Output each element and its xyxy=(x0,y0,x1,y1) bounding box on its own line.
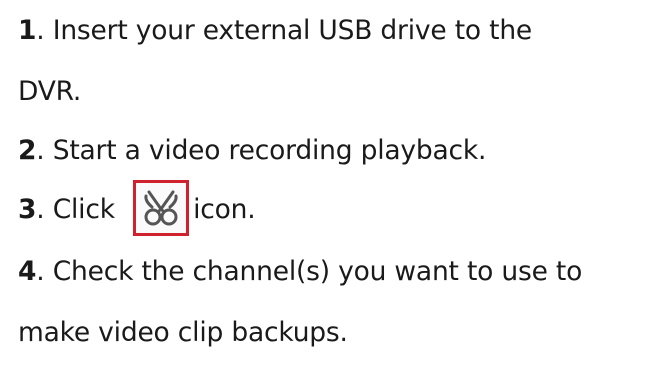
step-2: 2. Start a video recording playback. xyxy=(18,120,486,181)
step-1-number: 1 xyxy=(18,15,37,46)
step-1-line-2: DVR. xyxy=(18,76,82,107)
scissors-clip-icon xyxy=(133,180,190,236)
step-1-line-1: 1. Insert your external USB drive to the xyxy=(18,0,532,61)
step-4-line-2: make video clip backups. xyxy=(18,317,348,348)
step-3-after-icon-text: icon. xyxy=(193,194,256,225)
scissors-icon xyxy=(144,190,178,226)
step-4-number: 4 xyxy=(18,256,37,287)
step-3-text: . Click xyxy=(36,194,124,225)
step-2-number: 2 xyxy=(18,135,37,166)
step-2-text: . Start a video recording playback. xyxy=(36,135,487,166)
step-3-number: 3 xyxy=(18,194,37,225)
step-4-line-1: 4. Check the channel(s) you want to use … xyxy=(18,241,582,302)
step-4-text: . Check the channel(s) you want to use t… xyxy=(36,256,583,287)
step-3: 3. Click icon. xyxy=(18,179,256,240)
step-1-text: . Insert your external USB drive to the xyxy=(36,15,533,46)
step-4: 4. Check the channel(s) you want to use … xyxy=(18,241,582,363)
step-1: 1. Insert your external USB drive to the… xyxy=(18,0,532,122)
